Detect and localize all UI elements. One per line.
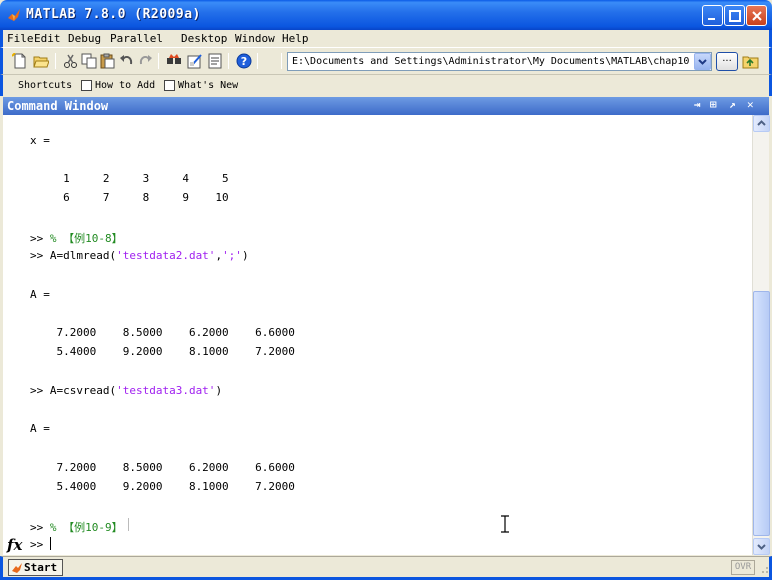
command-line: >> A=dlmread('testdata2.dat',';')	[30, 249, 249, 262]
command-line: >> % 【例10-9】	[30, 519, 123, 535]
menu-file[interactable]: File	[7, 32, 34, 45]
string-literal: 'testdata2.dat'	[116, 249, 216, 262]
command-window-title: Command Window	[7, 99, 109, 113]
output-line: 5.4000 9.2000 8.1000 7.2000	[30, 480, 295, 493]
paste-icon[interactable]	[99, 53, 115, 69]
command-text: )	[215, 384, 223, 397]
close-panel-icon[interactable]: ✕	[747, 98, 754, 111]
open-folder-icon[interactable]	[33, 53, 49, 69]
title-bar: MATLAB 7.8.0 (R2009a)	[0, 0, 772, 30]
chevron-down-icon	[698, 59, 707, 65]
close-button[interactable]	[746, 5, 767, 26]
new-file-icon[interactable]	[12, 53, 28, 69]
comment: % 【例10-8】	[49, 232, 123, 245]
scroll-thumb[interactable]	[753, 291, 770, 536]
current-folder-dropdown[interactable]	[694, 53, 711, 70]
string-literal: 'testdata3.dat'	[116, 384, 216, 397]
ibeam-cursor-icon	[501, 515, 509, 533]
output-line: 1 2 3 4 5	[30, 172, 229, 185]
command-text: >> A=dlmread(	[30, 249, 117, 262]
copy-icon[interactable]	[81, 53, 97, 69]
command-text: )	[241, 249, 249, 262]
status-bar: Start OVR	[0, 556, 772, 580]
shortcut-how-to-add[interactable]: How to Add	[95, 80, 155, 91]
start-button[interactable]: Start	[8, 559, 63, 576]
shortcuts-label[interactable]: Shortcuts	[18, 80, 72, 91]
prompt: >>	[30, 521, 50, 534]
output-line: 7.2000 8.5000 6.2000 6.6000	[30, 461, 295, 474]
up-folder-icon[interactable]	[742, 53, 760, 70]
menu-bar: File Edit Debug Parallel Desktop Window …	[0, 30, 772, 47]
vertical-scrollbar[interactable]	[752, 115, 770, 555]
start-label: Start	[24, 561, 58, 574]
shortcut-link-icon	[164, 80, 175, 91]
command-line: >> % 【例10-8】	[30, 230, 123, 246]
command-text: >> A=csvread(	[30, 384, 117, 397]
command-line: >> A=csvread('testdata3.dat')	[30, 384, 222, 397]
minimize-button[interactable]	[702, 5, 723, 26]
shortcuts-bar: Shortcuts How to Add What's New	[0, 74, 772, 96]
close-icon	[752, 11, 762, 21]
maximize-button[interactable]	[724, 5, 745, 26]
guide-icon[interactable]	[187, 53, 203, 69]
text-cursor	[50, 537, 51, 550]
output-line: A =	[30, 288, 50, 301]
shortcut-whats-new[interactable]: What's New	[178, 80, 238, 91]
undock-icon[interactable]: ⇥	[694, 98, 701, 111]
scroll-up-button[interactable]	[753, 115, 770, 132]
maximize-panel-icon[interactable]: ⊞	[710, 98, 717, 111]
simulink-icon[interactable]	[166, 53, 182, 69]
toolbar-separator	[158, 53, 159, 69]
toolbar-separator	[228, 53, 229, 69]
toolbar-separator	[257, 53, 258, 69]
command-window-output[interactable]: x = 1 2 3 4 5 6 7 8 9 10 >> % 【例10-8】 >>…	[3, 115, 752, 555]
function-browser-icon[interactable]: fx	[7, 536, 22, 554]
string-literal: ';'	[222, 249, 242, 262]
prompt: >>	[30, 232, 50, 245]
comment: % 【例10-9】	[49, 521, 123, 534]
matlab-logo-icon	[8, 9, 20, 21]
chevron-up-icon	[757, 120, 766, 126]
resize-grip-icon[interactable]	[759, 564, 769, 574]
output-line: 5.4000 9.2000 8.1000 7.2000	[30, 345, 295, 358]
browse-folder-button[interactable]: ...	[716, 52, 738, 71]
output-line: x =	[30, 134, 50, 147]
toolbar-separator	[281, 53, 282, 69]
output-line: A =	[30, 422, 50, 435]
command-prompt-line[interactable]: >>	[30, 538, 50, 551]
menu-window[interactable]: Window	[235, 32, 275, 45]
cut-icon[interactable]	[63, 53, 79, 69]
menu-help[interactable]: Help	[282, 32, 309, 45]
undo-icon[interactable]	[119, 53, 135, 69]
scroll-down-button[interactable]	[753, 538, 770, 555]
menu-edit[interactable]: Edit	[34, 32, 61, 45]
svg-text:?: ?	[241, 55, 247, 68]
toolbar: ? E:\Documents and Settings\Administrato…	[0, 47, 772, 74]
menu-parallel[interactable]: Parallel	[110, 32, 163, 45]
shortcut-link-icon	[81, 80, 92, 91]
toolbar-separator	[55, 53, 56, 69]
minimize-icon	[708, 18, 715, 20]
command-window-titlebar: Command Window ⇥ ⊞ ↗ ✕	[3, 97, 769, 115]
redo-icon[interactable]	[137, 53, 153, 69]
overwrite-indicator: OVR	[731, 560, 755, 575]
chevron-down-icon	[757, 544, 766, 550]
window-title: MATLAB 7.8.0 (R2009a)	[26, 7, 201, 22]
text-cursor-ghost	[128, 518, 129, 531]
menu-debug[interactable]: Debug	[68, 32, 101, 45]
help-icon[interactable]: ?	[236, 53, 252, 69]
maximize-icon	[729, 10, 741, 22]
output-line: 7.2000 8.5000 6.2000 6.6000	[30, 326, 295, 339]
output-line: 6 7 8 9 10	[30, 191, 229, 204]
current-folder-input[interactable]: E:\Documents and Settings\Administrator\…	[287, 52, 712, 71]
pin-icon[interactable]: ↗	[729, 98, 736, 111]
menu-desktop[interactable]: Desktop	[181, 32, 227, 45]
profiler-icon[interactable]	[207, 53, 223, 69]
matlab-start-icon	[12, 563, 22, 573]
